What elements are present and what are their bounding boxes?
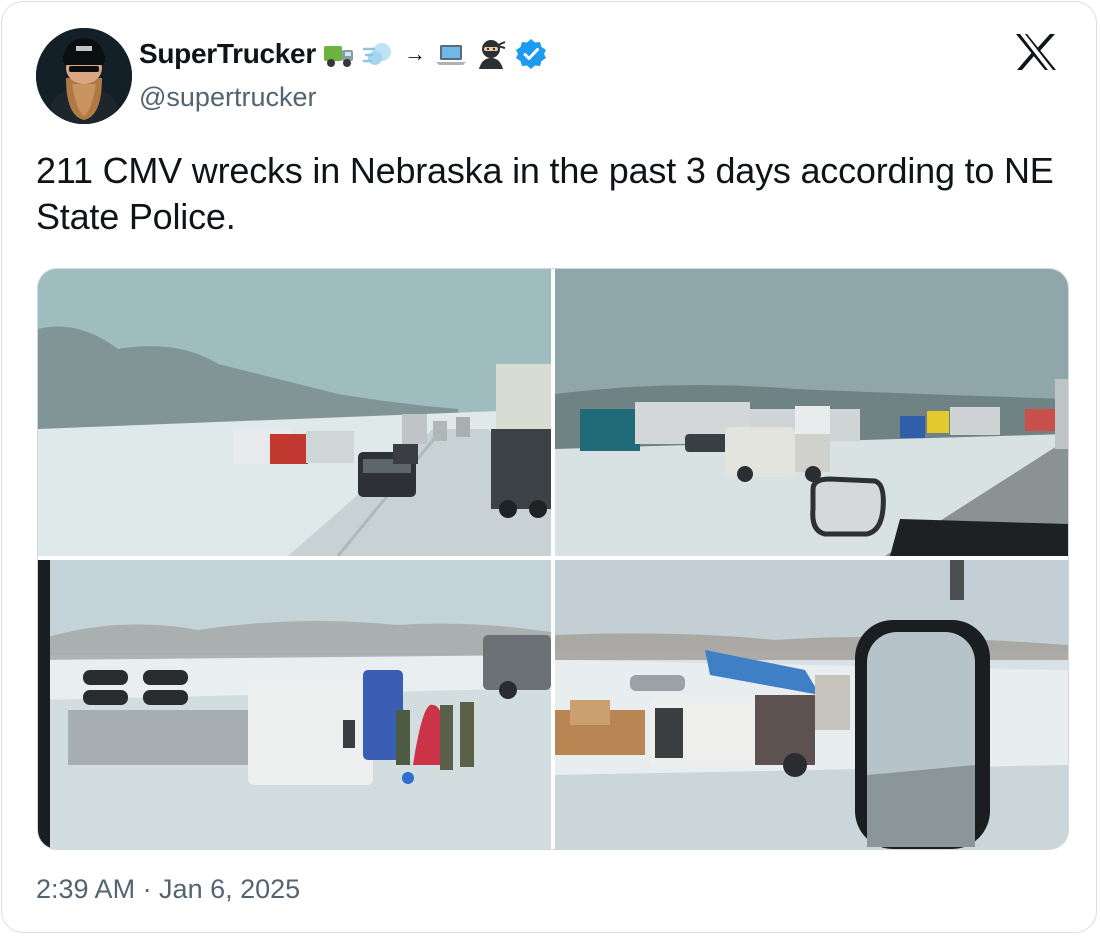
x-logo-icon[interactable] bbox=[1014, 32, 1058, 72]
tweet-timestamp[interactable]: 2:39 AM · Jan 6, 2025 bbox=[36, 874, 300, 905]
avatar[interactable] bbox=[36, 28, 132, 124]
author-handle[interactable]: @supertrucker bbox=[139, 82, 316, 113]
display-name[interactable]: SuperTrucker bbox=[139, 38, 316, 70]
tweet-text: 211 CMV wrecks in Nebraska in the past 3… bbox=[36, 150, 1054, 237]
dash-emoji bbox=[362, 37, 396, 71]
photo-wrecked-truck-mirror[interactable] bbox=[555, 560, 1068, 849]
author-name-row: SuperTrucker → bbox=[139, 36, 548, 72]
truck-emoji bbox=[322, 37, 356, 71]
laptop-emoji bbox=[434, 37, 468, 71]
avatar-image bbox=[36, 28, 132, 124]
photo-overturned-trailer[interactable] bbox=[38, 560, 551, 849]
tweet-card: SuperTrucker → @supertrucker 211 CMV wre… bbox=[1, 1, 1097, 933]
photo-highway-snow-trucks[interactable] bbox=[38, 269, 551, 556]
media-grid bbox=[37, 268, 1069, 850]
photo-truck-in-median[interactable] bbox=[555, 269, 1068, 556]
ninja-emoji bbox=[474, 37, 508, 71]
verified-badge-icon[interactable] bbox=[514, 37, 548, 71]
arrow-glyph: → bbox=[403, 41, 426, 66]
